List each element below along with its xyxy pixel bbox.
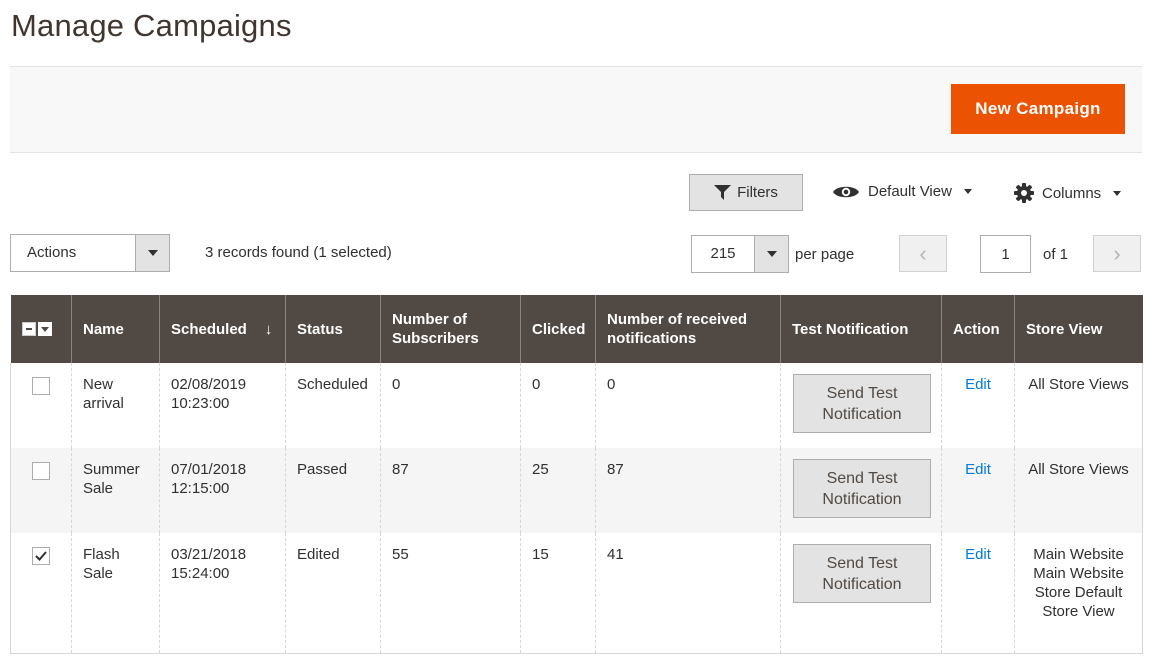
filters-label: Filters bbox=[737, 184, 778, 201]
column-header-action: Action bbox=[941, 295, 1015, 363]
grid-header-row: Name Scheduled ↓ Status Number of Subscri… bbox=[10, 295, 1143, 363]
chevron-down-icon[interactable] bbox=[37, 322, 52, 336]
mass-actions-label: Actions bbox=[27, 244, 77, 261]
view-switcher-label: Default View bbox=[868, 183, 952, 200]
cell-subscribers: 87 bbox=[380, 448, 521, 533]
cell-clicked: 15 bbox=[520, 533, 596, 654]
chevron-down-icon bbox=[963, 189, 972, 194]
cell-received: 0 bbox=[595, 363, 781, 448]
per-page-label: per page bbox=[795, 246, 855, 263]
edit-link[interactable]: Edit bbox=[953, 460, 1003, 479]
cell-scheduled: 07/01/2018 12:15:00 bbox=[159, 448, 286, 533]
cell-scheduled: 02/08/2019 10:23:00 bbox=[159, 363, 286, 448]
mass-select-control[interactable] bbox=[21, 322, 61, 336]
per-page-arrow[interactable] bbox=[754, 236, 788, 272]
column-header-received[interactable]: Number of received notifications bbox=[595, 295, 781, 363]
cell-name: Flash Sale bbox=[71, 533, 160, 654]
cell-clicked: 0 bbox=[520, 363, 596, 448]
previous-page-button[interactable]: ‹ bbox=[899, 235, 947, 272]
chevron-down-icon bbox=[1113, 190, 1122, 196]
table-row: Flash Sale 03/21/2018 15:24:00 Edited 55… bbox=[10, 533, 1143, 654]
page-total: of 1 bbox=[1043, 246, 1069, 263]
new-campaign-button[interactable]: New Campaign bbox=[951, 84, 1125, 134]
cell-store-view: Main Website Main Website Store Default … bbox=[1014, 533, 1143, 654]
cell-received: 41 bbox=[595, 533, 781, 654]
column-header-subscribers[interactable]: Number of Subscribers bbox=[380, 295, 521, 363]
columns-label: Columns bbox=[1042, 184, 1102, 202]
cell-test-notification: Send Test Notification bbox=[780, 363, 942, 448]
per-page-select[interactable]: 215 bbox=[691, 235, 789, 273]
next-page-button[interactable]: › bbox=[1093, 235, 1141, 272]
column-header-store-view[interactable]: Store View bbox=[1014, 295, 1143, 363]
mass-select-checkbox[interactable] bbox=[21, 322, 36, 336]
view-switcher[interactable]: Default View bbox=[832, 183, 972, 200]
cell-action: Edit bbox=[941, 363, 1015, 448]
cell-subscribers: 0 bbox=[380, 363, 521, 448]
chevron-down-icon bbox=[766, 251, 777, 257]
page-title: Manage Campaigns bbox=[11, 8, 292, 43]
cell-name: New arrival bbox=[71, 363, 160, 448]
cell-test-notification: Send Test Notification bbox=[780, 533, 942, 654]
cell-status: Passed bbox=[285, 448, 381, 533]
edit-link[interactable]: Edit bbox=[953, 545, 1003, 564]
page-actions-bar: New Campaign bbox=[10, 66, 1142, 153]
edit-link[interactable]: Edit bbox=[953, 375, 1003, 394]
sort-arrow-icon: ↓ bbox=[264, 320, 273, 338]
table-row: Summer Sale 07/01/2018 12:15:00 Passed 8… bbox=[10, 448, 1143, 533]
column-header-scheduled-label: Scheduled bbox=[171, 320, 247, 338]
column-header-name[interactable]: Name bbox=[71, 295, 160, 363]
cell-store-view: All Store Views bbox=[1014, 448, 1143, 533]
column-header-clicked[interactable]: Clicked bbox=[520, 295, 596, 363]
dropdown-arrow[interactable] bbox=[135, 235, 169, 271]
checkmark-icon bbox=[35, 551, 47, 561]
gear-icon bbox=[1014, 183, 1034, 203]
row-select-cell bbox=[11, 363, 72, 448]
cell-action: Edit bbox=[941, 448, 1015, 533]
cell-received: 87 bbox=[595, 448, 781, 533]
table-row: New arrival 02/08/2019 10:23:00 Schedule… bbox=[11, 363, 1143, 448]
cell-clicked: 25 bbox=[520, 448, 596, 533]
cell-action: Edit bbox=[941, 533, 1015, 654]
row-select-cell bbox=[10, 533, 72, 654]
mass-actions-dropdown[interactable]: Actions bbox=[10, 234, 170, 272]
cell-subscribers: 55 bbox=[380, 533, 521, 654]
mass-select-header[interactable] bbox=[10, 295, 72, 363]
chevron-down-icon bbox=[147, 250, 158, 256]
campaigns-grid: Name Scheduled ↓ Status Number of Subscri… bbox=[10, 295, 1143, 654]
current-page-input[interactable] bbox=[980, 235, 1031, 273]
cell-test-notification: Send Test Notification bbox=[780, 448, 942, 533]
grid-toolbar: Filters Default View Columns bbox=[0, 174, 1153, 214]
cell-store-view: All Store Views bbox=[1014, 363, 1143, 448]
send-test-notification-button[interactable]: Send Test Notification bbox=[793, 459, 931, 518]
column-header-status[interactable]: Status bbox=[285, 295, 381, 363]
send-test-notification-button[interactable]: Send Test Notification bbox=[793, 374, 931, 433]
cell-scheduled: 03/21/2018 15:24:00 bbox=[159, 533, 286, 654]
send-test-notification-button[interactable]: Send Test Notification bbox=[793, 544, 931, 603]
row-select-cell bbox=[10, 448, 72, 533]
eye-icon bbox=[833, 186, 859, 197]
cell-name: Summer Sale bbox=[71, 448, 160, 533]
filters-button[interactable]: Filters bbox=[689, 174, 803, 211]
row-checkbox[interactable] bbox=[32, 547, 50, 565]
per-page-value: 215 bbox=[710, 245, 736, 262]
row-checkbox[interactable] bbox=[32, 462, 50, 480]
cell-status: Edited bbox=[285, 533, 381, 654]
row-checkbox[interactable] bbox=[32, 377, 50, 395]
cell-status: Scheduled bbox=[285, 363, 381, 448]
column-header-test-notification[interactable]: Test Notification bbox=[780, 295, 942, 363]
columns-switcher[interactable]: Columns bbox=[1014, 183, 1122, 203]
column-header-scheduled[interactable]: Scheduled ↓ bbox=[159, 295, 286, 363]
records-count: 3 records found (1 selected) bbox=[205, 244, 392, 261]
filter-icon bbox=[714, 185, 732, 200]
